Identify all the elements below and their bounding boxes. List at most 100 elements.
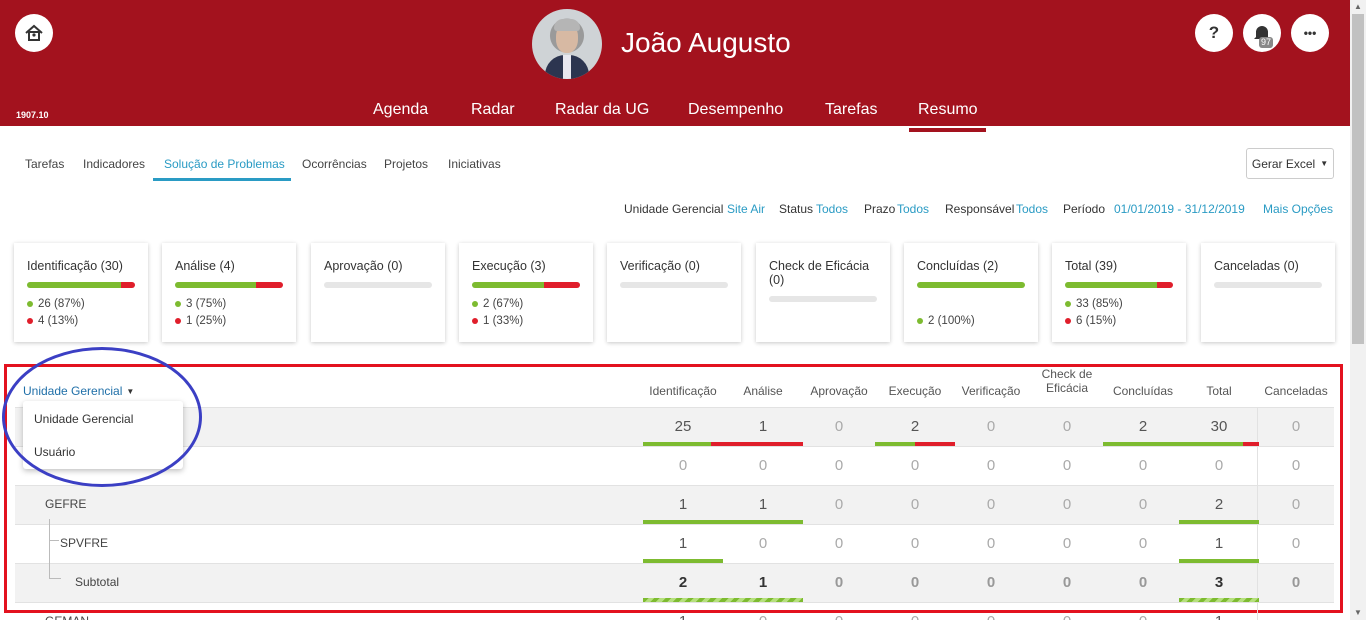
table-cell[interactable]: 0: [1260, 574, 1332, 591]
table-cell[interactable]: 0: [955, 574, 1027, 591]
nav-tarefas[interactable]: Tarefas: [825, 101, 877, 119]
table-cell[interactable]: 0: [1260, 535, 1332, 552]
status-card[interactable]: Check de Eficácia (0): [756, 243, 890, 342]
table-cell[interactable]: 0: [955, 613, 1027, 620]
table-cell[interactable]: 2: [1183, 496, 1255, 513]
tab-solucao-problemas[interactable]: Solução de Problemas: [164, 157, 285, 171]
nav-radar-ug[interactable]: Radar da UG: [555, 101, 649, 119]
filter-status-value[interactable]: Todos: [816, 202, 848, 216]
table-cell[interactable]: 0: [803, 496, 875, 513]
filter-ug-value[interactable]: Site Air: [727, 202, 765, 216]
table-row[interactable]: GEFRE 1 1 0 0 0 0 0 2 0: [15, 485, 1334, 525]
table-cell[interactable]: 1: [1183, 613, 1255, 620]
table-cell[interactable]: 1: [647, 535, 719, 552]
table-cell[interactable]: 0: [879, 457, 951, 474]
table-cell[interactable]: 0: [1107, 496, 1179, 513]
column-header[interactable]: Check de Eficácia: [1037, 367, 1097, 395]
table-cell[interactable]: 0: [1260, 418, 1332, 435]
status-card[interactable]: Análise (4) 3 (75%) 1 (25%): [162, 243, 296, 342]
table-cell[interactable]: 0: [803, 613, 875, 620]
table-cell[interactable]: 2: [647, 574, 719, 591]
table-row[interactable]: 25 1 0 2 0 0 2 30 0: [15, 407, 1334, 447]
table-cell[interactable]: 0: [727, 613, 799, 620]
table-cell[interactable]: 0: [955, 535, 1027, 552]
table-cell[interactable]: 2: [879, 418, 951, 435]
help-button[interactable]: ?: [1195, 14, 1233, 52]
avatar[interactable]: [532, 9, 602, 79]
column-header[interactable]: Aprovação: [801, 384, 877, 398]
table-cell[interactable]: 1: [647, 496, 719, 513]
table-cell[interactable]: 0: [1031, 496, 1103, 513]
table-cell[interactable]: 0: [1107, 574, 1179, 591]
tab-projetos[interactable]: Projetos: [384, 157, 428, 171]
table-cell[interactable]: 0: [1031, 418, 1103, 435]
more-button[interactable]: •••: [1291, 14, 1329, 52]
table-cell[interactable]: 30: [1183, 418, 1255, 435]
table-row[interactable]: GEMAN10000001: [15, 602, 1334, 620]
status-card[interactable]: Verificação (0): [607, 243, 741, 342]
table-cell[interactable]: 0: [1031, 535, 1103, 552]
table-cell[interactable]: 0: [1031, 574, 1103, 591]
column-header[interactable]: Verificação: [953, 384, 1029, 398]
table-cell[interactable]: 2: [1107, 418, 1179, 435]
table-cell[interactable]: 0: [879, 496, 951, 513]
table-cell[interactable]: 0: [803, 535, 875, 552]
status-card[interactable]: Execução (3) 2 (67%) 1 (33%): [459, 243, 593, 342]
table-cell[interactable]: 25: [647, 418, 719, 435]
status-card[interactable]: Aprovação (0): [311, 243, 445, 342]
table-cell[interactable]: 1: [727, 418, 799, 435]
tab-ocorrencias[interactable]: Ocorrências: [302, 157, 367, 171]
table-row[interactable]: Subtotal 2 1 0 0 0 0 0 3 0: [15, 563, 1334, 603]
table-cell[interactable]: 0: [1031, 613, 1103, 620]
scroll-up-icon[interactable]: ▲: [1352, 1, 1364, 13]
column-header[interactable]: Identificação: [645, 384, 721, 398]
scrollbar-thumb[interactable]: [1352, 14, 1364, 344]
status-card[interactable]: Total (39) 33 (85%) 6 (15%): [1052, 243, 1186, 342]
table-cell[interactable]: 0: [803, 457, 875, 474]
table-cell[interactable]: 1: [727, 496, 799, 513]
table-cell[interactable]: 1: [1183, 535, 1255, 552]
column-header[interactable]: Execução: [877, 384, 953, 398]
column-header[interactable]: Concluídas: [1105, 384, 1181, 398]
table-cell[interactable]: 0: [803, 418, 875, 435]
tab-tarefas[interactable]: Tarefas: [25, 157, 64, 171]
table-cell[interactable]: 0: [647, 457, 719, 474]
filter-prazo-value[interactable]: Todos: [897, 202, 929, 216]
table-cell[interactable]: 0: [727, 457, 799, 474]
column-header[interactable]: Total: [1181, 384, 1257, 398]
table-cell[interactable]: 1: [727, 574, 799, 591]
table-row[interactable]: 000000000: [15, 446, 1334, 486]
more-options-link[interactable]: Mais Opções: [1263, 202, 1333, 216]
table-cell[interactable]: 0: [879, 613, 951, 620]
nav-resumo[interactable]: Resumo: [918, 101, 978, 119]
table-cell[interactable]: 0: [955, 457, 1027, 474]
table-cell[interactable]: 0: [1107, 613, 1179, 620]
home-button[interactable]: [15, 14, 53, 52]
table-cell[interactable]: 0: [879, 535, 951, 552]
table-row[interactable]: SPVFRE 1 0 0 0 0 0 0 1 0: [15, 524, 1334, 564]
status-card[interactable]: Concluídas (2) 2 (100%): [904, 243, 1038, 342]
scroll-down-icon[interactable]: ▼: [1352, 607, 1364, 619]
filter-periodo-value[interactable]: 01/01/2019 - 31/12/2019: [1114, 202, 1245, 216]
table-cell[interactable]: 0: [955, 496, 1027, 513]
excel-button[interactable]: Gerar Excel ▼: [1246, 148, 1334, 179]
tab-indicadores[interactable]: Indicadores: [83, 157, 145, 171]
filter-responsavel-value[interactable]: Todos: [1016, 202, 1048, 216]
table-cell[interactable]: 0: [879, 574, 951, 591]
table-cell[interactable]: 0: [727, 535, 799, 552]
status-card[interactable]: Canceladas (0): [1201, 243, 1335, 342]
nav-desempenho[interactable]: Desempenho: [688, 101, 783, 119]
table-cell[interactable]: 3: [1183, 574, 1255, 591]
table-cell[interactable]: 1: [647, 613, 719, 620]
column-header[interactable]: Canceladas: [1258, 384, 1334, 398]
table-cell[interactable]: 0: [1107, 535, 1179, 552]
table-cell[interactable]: 0: [1183, 457, 1255, 474]
table-cell[interactable]: 0: [803, 574, 875, 591]
table-cell[interactable]: 0: [1107, 457, 1179, 474]
status-card[interactable]: Identificação (30) 26 (87%) 4 (13%): [14, 243, 148, 342]
nav-agenda[interactable]: Agenda: [373, 101, 428, 119]
tab-iniciativas[interactable]: Iniciativas: [448, 157, 501, 171]
table-cell[interactable]: 0: [955, 418, 1027, 435]
column-header[interactable]: Análise: [725, 384, 801, 398]
nav-radar[interactable]: Radar: [471, 101, 515, 119]
